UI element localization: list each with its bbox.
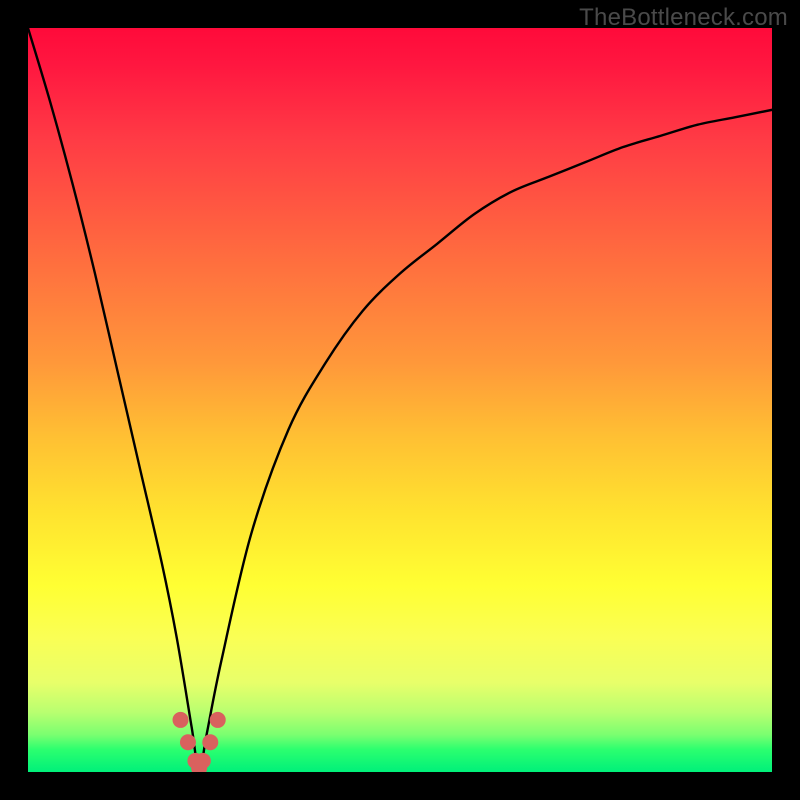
dip-dot <box>180 734 196 750</box>
bottleneck-curve <box>28 28 772 772</box>
curve-layer <box>28 28 772 772</box>
plot-area <box>28 28 772 772</box>
chart-frame: TheBottleneck.com <box>0 0 800 800</box>
dip-marker <box>173 712 226 772</box>
dip-dot <box>202 734 218 750</box>
dip-dot <box>195 753 211 769</box>
dip-dot <box>173 712 189 728</box>
watermark-text: TheBottleneck.com <box>579 4 788 32</box>
dip-dot <box>210 712 226 728</box>
